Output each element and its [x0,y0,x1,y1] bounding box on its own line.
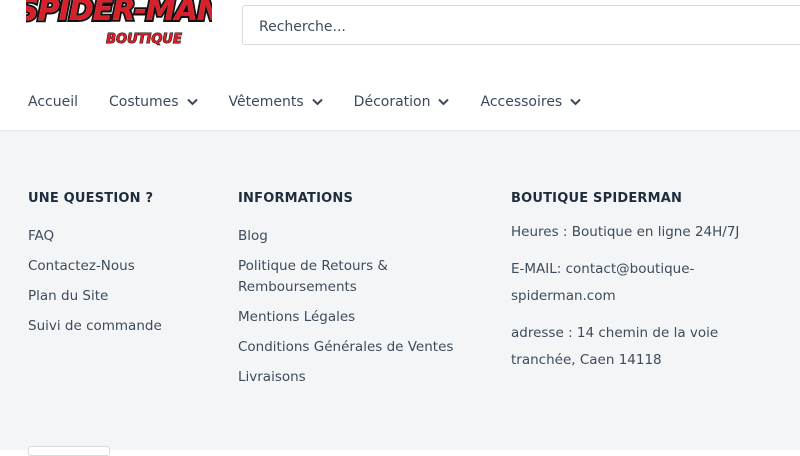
nav-item-accessoires[interactable]: Accessoires [480,94,581,110]
store-email-line1: E-MAIL: contact@boutique- [511,261,695,277]
nav-item-costumes[interactable]: Costumes [109,94,198,110]
store-address-line2: tranchée, Caen 14118 [511,352,662,368]
footer-store-info: Heures : Boutique en ligne 24H/7J E-MAIL… [511,219,739,374]
site-footer: UNE QUESTION ? FAQ Contactez-Nous Plan d… [0,130,800,450]
store-address: adresse : 14 chemin de la voie tranchée,… [511,320,739,374]
chevron-down-icon [311,98,323,106]
nav-item-label: Décoration [353,94,431,110]
footer-link-faq[interactable]: FAQ [28,226,162,247]
footer-link-legal[interactable]: Mentions Légales [238,307,453,328]
store-hours: Heures : Boutique en ligne 24H/7J [511,224,740,240]
footer-col-boutique: BOUTIQUE SPIDERMAN Heures : Boutique en … [511,191,739,384]
main-nav: Accueil Costumes Vêtements Décoration Ac… [28,92,612,112]
footer-link-sitemap[interactable]: Plan du Site [28,286,162,307]
footer-link-returns[interactable]: Politique de Retours & Remboursements [238,256,453,297]
store-email-line2: spiderman.com [511,288,616,304]
logo-subtitle: BOUTIQUE [106,32,182,47]
footer-link-list: FAQ Contactez-Nous Plan du Site Suivi de… [28,226,162,337]
footer-col-question: UNE QUESTION ? FAQ Contactez-Nous Plan d… [28,191,162,346]
footer-link-list: Blog Politique de Retours & Remboursemen… [238,226,453,387]
site-header: SPIDER-MAN SPIDER-MAN BOUTIQUE Accueil C… [0,0,800,130]
footer-col-informations: INFORMATIONS Blog Politique de Retours &… [238,191,453,397]
logo-title-fill: SPIDER-MAN [26,0,212,28]
footer-link-contact[interactable]: Contactez-Nous [28,256,162,277]
nav-item-label: Vêtements [228,94,304,110]
search-input[interactable] [257,15,781,39]
footer-link-returns-line2: Remboursements [238,278,357,295]
chevron-down-icon [438,98,450,106]
footer-link-terms[interactable]: Conditions Générales de Ventes [238,337,453,358]
nav-item-label: Accessoires [480,94,563,110]
nav-item-decoration[interactable]: Décoration [354,94,450,110]
footer-link-order-tracking[interactable]: Suivi de commande [28,316,162,337]
footer-heading: UNE QUESTION ? [28,191,154,206]
footer-link-blog[interactable]: Blog [238,226,453,247]
nav-item-label: Costumes [109,94,179,110]
footer-heading: BOUTIQUE SPIDERMAN [511,191,683,206]
chevron-down-icon [186,98,198,106]
nav-item-label: Accueil [28,94,78,110]
nav-item-accueil[interactable]: Accueil [28,94,78,110]
chevron-down-icon [570,98,581,106]
store-email: E-MAIL: contact@boutique- spiderman.com [511,256,739,310]
store-address-line1: adresse : 14 chemin de la voie [511,325,719,341]
footer-bottom-selector[interactable] [28,446,110,456]
footer-heading: INFORMATIONS [238,191,354,206]
spiderman-boutique-logo[interactable]: SPIDER-MAN SPIDER-MAN BOUTIQUE [26,0,212,52]
search-bar[interactable] [242,5,800,45]
footer-link-returns-line1: Politique de Retours & [238,258,388,274]
nav-item-vetements[interactable]: Vêtements [229,94,323,110]
footer-link-shipping[interactable]: Livraisons [238,367,453,388]
